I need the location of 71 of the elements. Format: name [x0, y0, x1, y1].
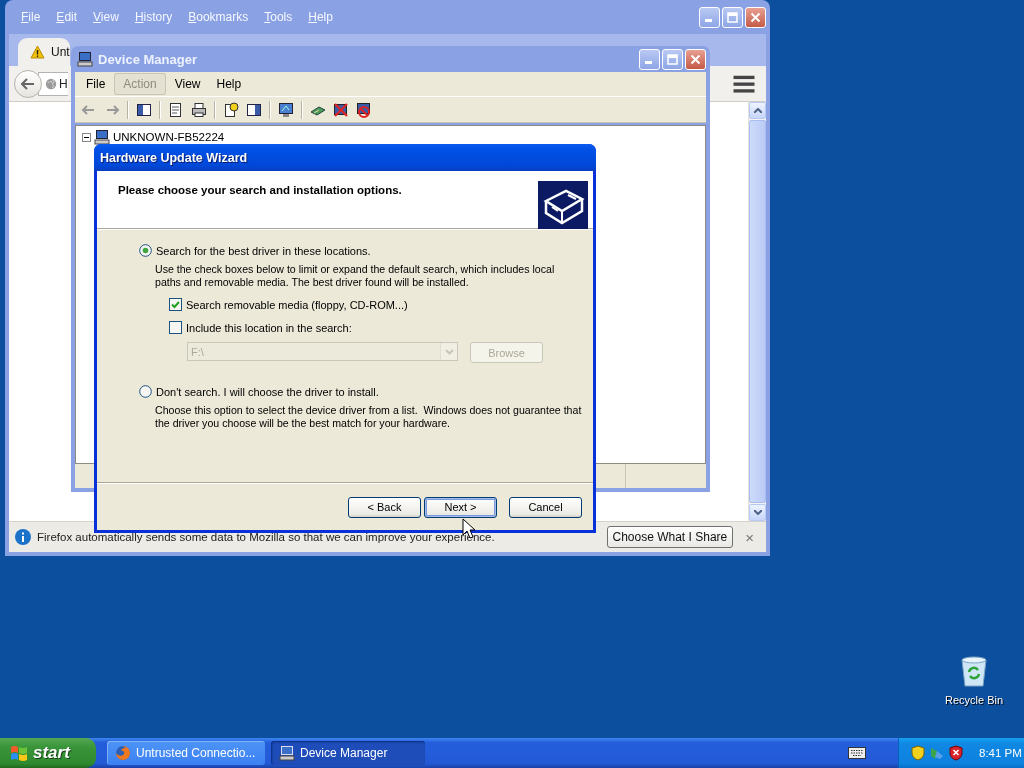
minimize-icon: [644, 60, 652, 64]
close-button[interactable]: ×: [739, 528, 760, 546]
option-label: Don't search. I will choose the driver to install.: [156, 385, 379, 398]
wizard-button[interactable]: < Back: [348, 496, 421, 518]
menu-item[interactable]: Help: [300, 8, 341, 26]
radio-button[interactable]: [139, 244, 152, 257]
window-title: Device Manager: [98, 51, 197, 67]
scroll-down-button[interactable]: [749, 504, 766, 521]
arrow-left-icon: [21, 77, 35, 90]
menu-item[interactable]: Help: [209, 74, 249, 94]
menu-item[interactable]: Tools: [256, 8, 301, 26]
share-button[interactable]: Choose What I Share: [606, 526, 734, 548]
chevron-up-icon: [753, 108, 762, 113]
collapse-icon[interactable]: [82, 132, 91, 142]
close-button[interactable]: [745, 6, 766, 28]
help-icon[interactable]: [223, 101, 239, 118]
close-button[interactable]: [685, 48, 706, 70]
minimize-icon: [704, 18, 712, 22]
taskbar-button[interactable]: Device Manager: [271, 741, 425, 765]
close-icon: [750, 11, 761, 23]
option-description: Use the check boxes below to limit or expand the default search, which includes local paths and removable media. The best driver found will be installed.: [155, 263, 556, 289]
tree-item[interactable]: UNKNOWN-FB52224: [113, 131, 225, 143]
clock[interactable]: 8:41 PM: [979, 747, 1022, 759]
start-button[interactable]: start: [0, 738, 96, 768]
scroll-up-button[interactable]: [749, 102, 766, 119]
globe-icon: [115, 745, 131, 761]
chevron-down-icon: [753, 510, 762, 515]
wizard-heading: Please choose your search and installation options.: [118, 184, 402, 196]
disable-icon[interactable]: [356, 101, 372, 118]
computer-icon: [94, 129, 110, 145]
wizard-button[interactable]: Next >: [424, 496, 497, 518]
checkbox[interactable]: [169, 298, 182, 311]
menu-item[interactable]: View: [85, 8, 127, 26]
close-icon: [690, 53, 701, 65]
shield-icon[interactable]: [949, 745, 963, 761]
menu-item[interactable]: File: [13, 8, 49, 26]
browser-tab[interactable]: Unt: [18, 38, 70, 66]
desktop-icon-label[interactable]: Recycle Bin: [944, 694, 1004, 706]
warning-icon: [30, 45, 45, 59]
flag-logo-icon: [10, 744, 28, 762]
document-icon[interactable]: [168, 101, 184, 118]
monitor-icon[interactable]: [278, 101, 294, 118]
checkbox-label: Search removable media (floppy, CD-ROM...): [186, 298, 408, 311]
menu-item[interactable]: View: [167, 74, 208, 94]
taskbar-button[interactable]: Untrusted Connectio...: [107, 741, 265, 765]
globe-icon: [45, 76, 57, 91]
computer-icon: [279, 745, 295, 761]
wizard-button[interactable]: Cancel: [509, 496, 582, 518]
printer-icon[interactable]: [191, 101, 207, 118]
info-icon: [15, 529, 31, 545]
window-title: Hardware Update Wizard: [100, 150, 248, 165]
radio-button[interactable]: [139, 385, 152, 398]
checkbox[interactable]: [169, 321, 182, 334]
maximize-icon: [727, 11, 738, 23]
menu-item[interactable]: Bookmarks: [180, 8, 257, 26]
recycle-bin-icon[interactable]: [959, 656, 989, 688]
checkbox-label: Include this location in the search:: [186, 321, 352, 334]
menu-item[interactable]: File: [79, 74, 113, 94]
computer-icon: [77, 51, 93, 67]
address-field[interactable]: H: [38, 71, 68, 96]
notification-text: Firefox automatically sends some data to Mozilla so that we can improve your experience.: [37, 531, 495, 543]
option-label: Search for the best driver in these locations.: [156, 244, 371, 257]
option-description: Choose this option to select the device driver from a list. Windows does not guarantee that the driver you choose will be the best match for your hardware.: [155, 404, 583, 430]
menu-item[interactable]: History: [126, 8, 181, 26]
maximize-icon: [667, 53, 678, 65]
back-button[interactable]: [14, 69, 42, 98]
remove-icon[interactable]: [333, 101, 349, 118]
panel-icon[interactable]: [246, 101, 262, 118]
panel-icon[interactable]: [136, 101, 152, 118]
menu-item[interactable]: Edit: [48, 8, 86, 26]
keyboard-icon[interactable]: [848, 747, 866, 759]
